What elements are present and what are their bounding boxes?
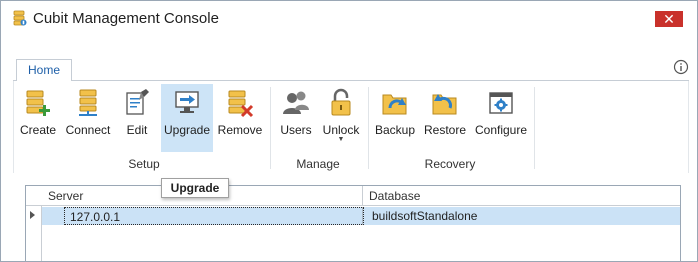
document-edit-icon [126, 89, 149, 115]
restore-button[interactable]: Restore [421, 84, 469, 152]
create-button[interactable]: Create [18, 84, 58, 152]
connect-button[interactable]: Connect [64, 84, 112, 152]
create-label: Create [19, 123, 57, 137]
cell-divider [362, 207, 363, 225]
upgrade-tooltip: Upgrade [161, 178, 229, 198]
title-bar[interactable]: Cubit Management Console ✕ [1, 1, 697, 35]
cell-server[interactable]: 127.0.0.1 [64, 207, 364, 225]
unlock-button[interactable]: Unlock ▼ [320, 84, 362, 154]
close-button[interactable]: ✕ [655, 11, 683, 27]
restore-label: Restore [423, 123, 467, 137]
upgrade-label: Upgrade [163, 123, 211, 137]
database-remove-icon [228, 90, 254, 118]
server-grid: Server Database 127.0.0.1 buildsoftStand… [25, 185, 681, 261]
group-label-recovery: Recovery [424, 157, 476, 171]
table-row[interactable]: 127.0.0.1 buildsoftStandalone [42, 207, 680, 225]
tab-home[interactable]: Home [16, 59, 72, 82]
users-icon [283, 91, 309, 114]
users-button[interactable]: Users [277, 84, 315, 152]
cell-database[interactable]: buildsoftStandalone [371, 207, 477, 225]
configure-button[interactable]: Configure [473, 84, 529, 152]
app-database-icon [13, 10, 27, 26]
row-pointer-icon [30, 211, 35, 219]
database-connect-icon [79, 89, 97, 116]
folder-restore-icon [432, 94, 457, 115]
edit-button[interactable]: Edit [118, 84, 156, 152]
group-label-manage: Manage [296, 157, 340, 171]
grid-header: Server Database [26, 186, 680, 206]
group-separator [534, 87, 535, 169]
main-window: Cubit Management Console ✕ Home Create C… [0, 0, 698, 262]
ribbon-panel: Create Connect Edit Upgrade Remove Setup… [13, 81, 689, 173]
configure-window-icon [489, 92, 513, 114]
help-info-icon[interactable] [673, 59, 689, 75]
edit-label: Edit [126, 123, 148, 137]
connect-label: Connect [65, 123, 111, 137]
folder-backup-icon [382, 94, 407, 115]
backup-button[interactable]: Backup [374, 84, 416, 152]
backup-label: Backup [374, 123, 416, 137]
configure-label: Configure [474, 123, 528, 137]
database-add-icon [26, 90, 50, 116]
monitor-upgrade-icon [175, 91, 199, 113]
unlock-dropdown-caret[interactable]: ▼ [320, 136, 362, 143]
unlock-label: Unlock [322, 123, 360, 137]
users-label: Users [280, 123, 312, 137]
group-label-setup: Setup [128, 157, 160, 171]
ribbon-tabstrip: Home [13, 59, 689, 82]
group-separator [368, 87, 369, 169]
remove-label: Remove [217, 123, 263, 137]
group-separator [270, 87, 271, 169]
column-header-database[interactable]: Database [363, 186, 663, 206]
upgrade-button[interactable]: Upgrade [161, 84, 213, 152]
padlock-icon [331, 88, 351, 116]
window-title: Cubit Management Console [33, 10, 219, 27]
remove-button[interactable]: Remove [217, 84, 263, 152]
